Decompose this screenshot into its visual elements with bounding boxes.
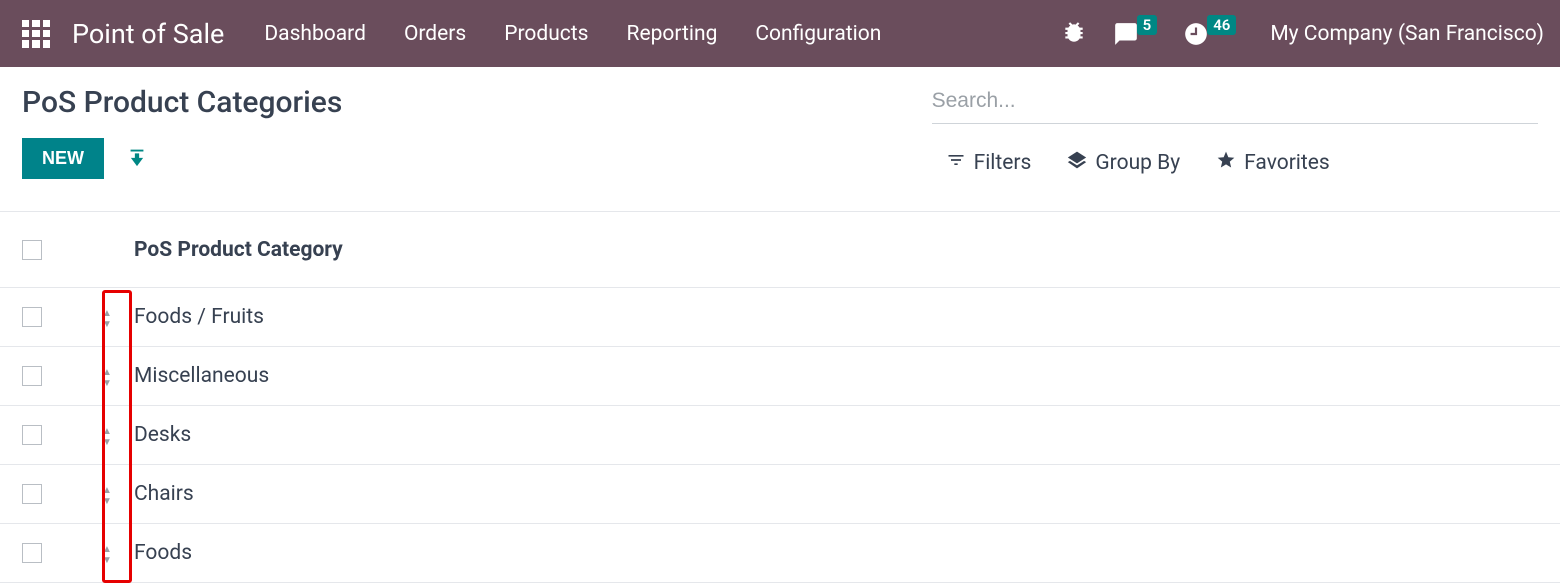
debug-icon[interactable] bbox=[1061, 19, 1087, 49]
row-checkbox[interactable] bbox=[22, 366, 42, 386]
table-row[interactable]: Desks bbox=[0, 406, 1560, 465]
drag-handle-icon[interactable] bbox=[102, 483, 112, 505]
top-navbar: Point of Sale Dashboard Orders Products … bbox=[0, 0, 1560, 67]
activities-badge: 46 bbox=[1207, 15, 1236, 35]
table-row[interactable]: Foods / Fruits bbox=[0, 288, 1560, 347]
nav-link-configuration[interactable]: Configuration bbox=[755, 22, 881, 46]
row-checkbox[interactable] bbox=[22, 307, 42, 327]
filter-icon bbox=[946, 150, 966, 176]
search-tools: Filters Group By Favorites bbox=[932, 150, 1538, 176]
messages-badge: 5 bbox=[1137, 15, 1158, 35]
row-name: Desks bbox=[132, 423, 1538, 447]
nav-link-reporting[interactable]: Reporting bbox=[627, 22, 718, 46]
drag-handle-icon[interactable] bbox=[102, 542, 112, 564]
select-all-checkbox[interactable] bbox=[22, 240, 42, 260]
nav-link-orders[interactable]: Orders bbox=[404, 22, 466, 46]
groupby-button[interactable]: Group By bbox=[1067, 150, 1180, 176]
row-checkbox[interactable] bbox=[22, 425, 42, 445]
app-brand[interactable]: Point of Sale bbox=[72, 18, 224, 50]
company-selector[interactable]: My Company (San Francisco) bbox=[1270, 22, 1544, 46]
groupby-label: Group By bbox=[1095, 151, 1180, 175]
nav-right: 5 46 My Company (San Francisco) bbox=[1061, 19, 1544, 49]
table-row[interactable]: Foods bbox=[0, 524, 1560, 583]
activities-icon[interactable]: 46 bbox=[1183, 21, 1236, 47]
apps-icon[interactable] bbox=[22, 20, 50, 48]
table-header-row: PoS Product Category bbox=[0, 212, 1560, 288]
favorites-label: Favorites bbox=[1244, 151, 1330, 175]
filters-label: Filters bbox=[974, 151, 1032, 175]
row-name: Foods / Fruits bbox=[132, 305, 1538, 329]
filters-button[interactable]: Filters bbox=[946, 150, 1032, 176]
search-wrap bbox=[932, 85, 1538, 124]
category-table: PoS Product Category Foods / Fruits Misc… bbox=[0, 212, 1560, 583]
drag-handle-icon[interactable] bbox=[102, 306, 112, 328]
table-row[interactable]: Miscellaneous bbox=[0, 347, 1560, 406]
table-wrap: PoS Product Category Foods / Fruits Misc… bbox=[0, 212, 1560, 583]
drag-handle-icon[interactable] bbox=[102, 424, 112, 446]
table-row[interactable]: Chairs bbox=[0, 465, 1560, 524]
nav-link-dashboard[interactable]: Dashboard bbox=[264, 22, 366, 46]
download-icon[interactable] bbox=[126, 146, 148, 172]
column-header-name[interactable]: PoS Product Category bbox=[132, 238, 1538, 262]
nav-link-products[interactable]: Products bbox=[504, 22, 588, 46]
page-title: PoS Product Categories bbox=[22, 85, 932, 120]
new-button[interactable]: NEW bbox=[22, 138, 104, 179]
messaging-icon[interactable]: 5 bbox=[1113, 21, 1158, 47]
row-name: Foods bbox=[132, 541, 1538, 565]
nav-links: Dashboard Orders Products Reporting Conf… bbox=[264, 22, 881, 46]
drag-handle-icon[interactable] bbox=[102, 365, 112, 387]
row-checkbox[interactable] bbox=[22, 543, 42, 563]
search-input[interactable] bbox=[932, 85, 1538, 117]
row-name: Chairs bbox=[132, 482, 1538, 506]
control-panel: PoS Product Categories NEW Filters Group… bbox=[0, 67, 1560, 193]
row-checkbox[interactable] bbox=[22, 484, 42, 504]
star-icon bbox=[1216, 150, 1236, 176]
favorites-button[interactable]: Favorites bbox=[1216, 150, 1330, 176]
layers-icon bbox=[1067, 150, 1087, 176]
row-name: Miscellaneous bbox=[132, 364, 1538, 388]
